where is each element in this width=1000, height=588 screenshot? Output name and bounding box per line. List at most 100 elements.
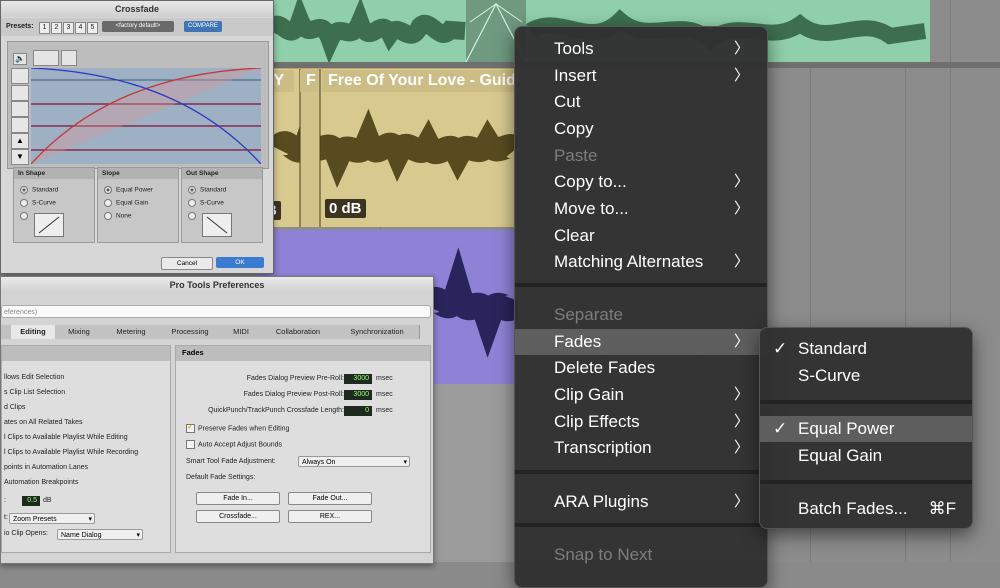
submenu-item-equal-power[interactable]: ✓ Equal Power xyxy=(760,416,972,442)
curve-preset-icon[interactable] xyxy=(11,117,29,133)
tab-metering[interactable]: Metering xyxy=(103,325,160,339)
out-scurve-radio[interactable]: S-Curve xyxy=(188,199,224,207)
menu-item-cut[interactable]: Cut xyxy=(515,89,767,115)
link-curve-icon[interactable] xyxy=(11,101,29,117)
none-radio[interactable]: None xyxy=(104,212,132,220)
crossfade-button[interactable]: Crossfade... xyxy=(196,510,280,523)
pref-item[interactable]: d Clips xyxy=(4,404,25,411)
tab-processing[interactable]: Processing xyxy=(159,325,222,339)
chevron-right-icon: 〉 xyxy=(733,333,749,350)
speaker-icon[interactable]: 🔈 xyxy=(13,53,27,65)
fade-out-button[interactable]: Fade Out... xyxy=(288,492,372,505)
clip-gain-indicator[interactable]: 0 dB xyxy=(325,199,366,218)
pref-item[interactable]: llows Edit Selection xyxy=(4,374,64,381)
postroll-field[interactable]: 3000 xyxy=(344,390,372,400)
view-both-icon[interactable] xyxy=(61,50,77,66)
out-curve-preset-icon[interactable] xyxy=(202,213,232,237)
menu-item-clip-effects[interactable]: Clip Effects 〉 xyxy=(515,409,767,435)
pref-item[interactable]: ates on All Related Takes xyxy=(4,419,82,426)
tab-synchronization[interactable]: Synchronization xyxy=(335,325,420,339)
fades-panel: Fades Fades Dialog Preview Pre-Roll: 300… xyxy=(175,345,431,553)
in-curve-preset-icon[interactable] xyxy=(34,213,64,237)
fade-in-button[interactable]: Fade In... xyxy=(196,492,280,505)
pref-item[interactable]: Automation Breakpoints xyxy=(4,479,78,486)
submenu-item-standard[interactable]: ✓ Standard xyxy=(760,336,972,362)
menu-item-tools[interactable]: Tools 〉 xyxy=(515,36,767,62)
menu-item-clear[interactable]: Clear xyxy=(515,223,767,249)
out-custom-radio[interactable] xyxy=(188,212,200,220)
chevron-right-icon: 〉 xyxy=(733,413,749,430)
in-scurve-radio[interactable]: S-Curve xyxy=(20,199,56,207)
menu-item-insert[interactable]: Insert 〉 xyxy=(515,63,767,89)
menu-item-fades[interactable]: Fades 〉 xyxy=(515,329,767,355)
menu-item-copy[interactable]: Copy xyxy=(515,116,767,142)
zoom-up-icon[interactable]: ▲ xyxy=(11,133,29,149)
menu-item-delete-fades[interactable]: Delete Fades xyxy=(515,355,767,381)
ok-button[interactable]: OK xyxy=(216,257,264,268)
chevron-right-icon: 〉 xyxy=(733,253,749,270)
preset-2-button[interactable]: 2 xyxy=(51,22,62,34)
auto-accept-checkbox[interactable]: Auto Accept Adjust Bounds xyxy=(186,440,282,449)
preroll-field[interactable]: 3000 xyxy=(344,374,372,384)
compare-button[interactable]: COMPARE xyxy=(184,21,222,32)
linear-curve-icon[interactable] xyxy=(11,68,29,84)
smart-tool-select[interactable]: Always On xyxy=(298,456,410,468)
tab-editing[interactable]: Editing xyxy=(11,325,56,339)
preferences-search[interactable]: eferences) xyxy=(1,305,431,318)
equal-gain-radio[interactable]: Equal Gain xyxy=(104,199,148,207)
menu-item-matching-alternates[interactable]: Matching Alternates 〉 xyxy=(515,249,767,275)
view-1-2-icon[interactable] xyxy=(33,50,59,66)
zoom-presets-select[interactable]: Zoom Presets xyxy=(9,513,95,525)
crossfade-title: Crossfade xyxy=(1,1,273,17)
preserve-fades-checkbox[interactable]: Preserve Fades when Editing xyxy=(186,422,289,433)
left-num-unit: dB xyxy=(43,497,52,504)
tab-midi[interactable]: MIDI xyxy=(221,325,262,339)
fades-submenu: ✓ Standard S-Curve ✓ Equal Power Equal Gai… xyxy=(759,327,973,529)
submenu-item-batch-fades[interactable]: Batch Fades... ⌘F xyxy=(760,496,972,522)
pref-item[interactable]: l Clips to Available Playlist While Edit… xyxy=(4,434,128,441)
clip-context-menu: Tools 〉 Insert 〉 Cut Copy Paste Copy to...… xyxy=(514,26,768,588)
in-custom-radio[interactable] xyxy=(20,212,32,220)
out-standard-radio[interactable]: Standard xyxy=(188,186,226,194)
presets-label: Presets: xyxy=(6,23,34,30)
preset-3-button[interactable]: 3 xyxy=(63,22,74,34)
in-standard-radio[interactable]: Standard xyxy=(20,186,58,194)
crossfade-dialog: Crossfade Presets: 1 2 3 4 5 <factory de… xyxy=(0,0,274,274)
menu-item-transcription[interactable]: Transcription 〉 xyxy=(515,435,767,461)
rex-button[interactable]: REX... xyxy=(288,510,372,523)
tab-mixing[interactable]: Mixing xyxy=(55,325,104,339)
fade-curve-graph[interactable] xyxy=(31,68,261,164)
preroll-unit: msec xyxy=(376,375,393,382)
clip-marker: F xyxy=(300,70,318,92)
menu-item-clip-gain[interactable]: Clip Gain 〉 xyxy=(515,382,767,408)
zoom-down-icon[interactable]: ▼ xyxy=(11,149,29,165)
pref-item[interactable]: s Clip List Selection xyxy=(4,389,65,396)
chevron-right-icon: 〉 xyxy=(733,493,749,510)
menu-item-paste: Paste xyxy=(554,146,598,165)
menu-item-ara-plugins[interactable]: ARA Plugins 〉 xyxy=(515,489,767,515)
in-shape-panel: In Shape Standard S-Curve xyxy=(13,167,95,243)
pref-item[interactable]: l Clips to Available Playlist While Reco… xyxy=(4,449,138,456)
tab-collaboration[interactable]: Collaboration xyxy=(261,325,336,339)
menu-separator xyxy=(760,400,972,404)
menu-item-snap-to-next: Snap to Next xyxy=(554,545,653,564)
menu-item-copy-to[interactable]: Copy to... 〉 xyxy=(515,169,767,195)
cancel-button[interactable]: Cancel xyxy=(161,257,213,270)
submenu-item-equal-gain[interactable]: Equal Gain xyxy=(760,443,972,469)
slope-title: Slope xyxy=(98,168,178,179)
preset-5-button[interactable]: 5 xyxy=(87,22,98,34)
preset-4-button[interactable]: 4 xyxy=(75,22,86,34)
fades-panel-title: Fades xyxy=(176,346,430,361)
equal-power-radio[interactable]: Equal Power xyxy=(104,186,153,194)
submenu-item-s-curve[interactable]: S-Curve xyxy=(760,363,972,389)
menu-item-move-to[interactable]: Move to... 〉 xyxy=(515,196,767,222)
crossfade-length-unit: msec xyxy=(376,407,393,414)
left-select2-label: io Clip Opens: xyxy=(4,530,48,537)
preset-1-button[interactable]: 1 xyxy=(39,22,50,34)
clip-opens-select[interactable]: Name Dialog xyxy=(57,529,143,541)
pref-item[interactable]: points in Automation Lanes xyxy=(4,464,88,471)
left-num-field[interactable]: 0.5 xyxy=(22,496,40,506)
scurve-icon[interactable] xyxy=(11,85,29,101)
preset-select[interactable]: <factory default> xyxy=(102,21,174,32)
crossfade-length-field[interactable]: 0 xyxy=(344,406,372,416)
